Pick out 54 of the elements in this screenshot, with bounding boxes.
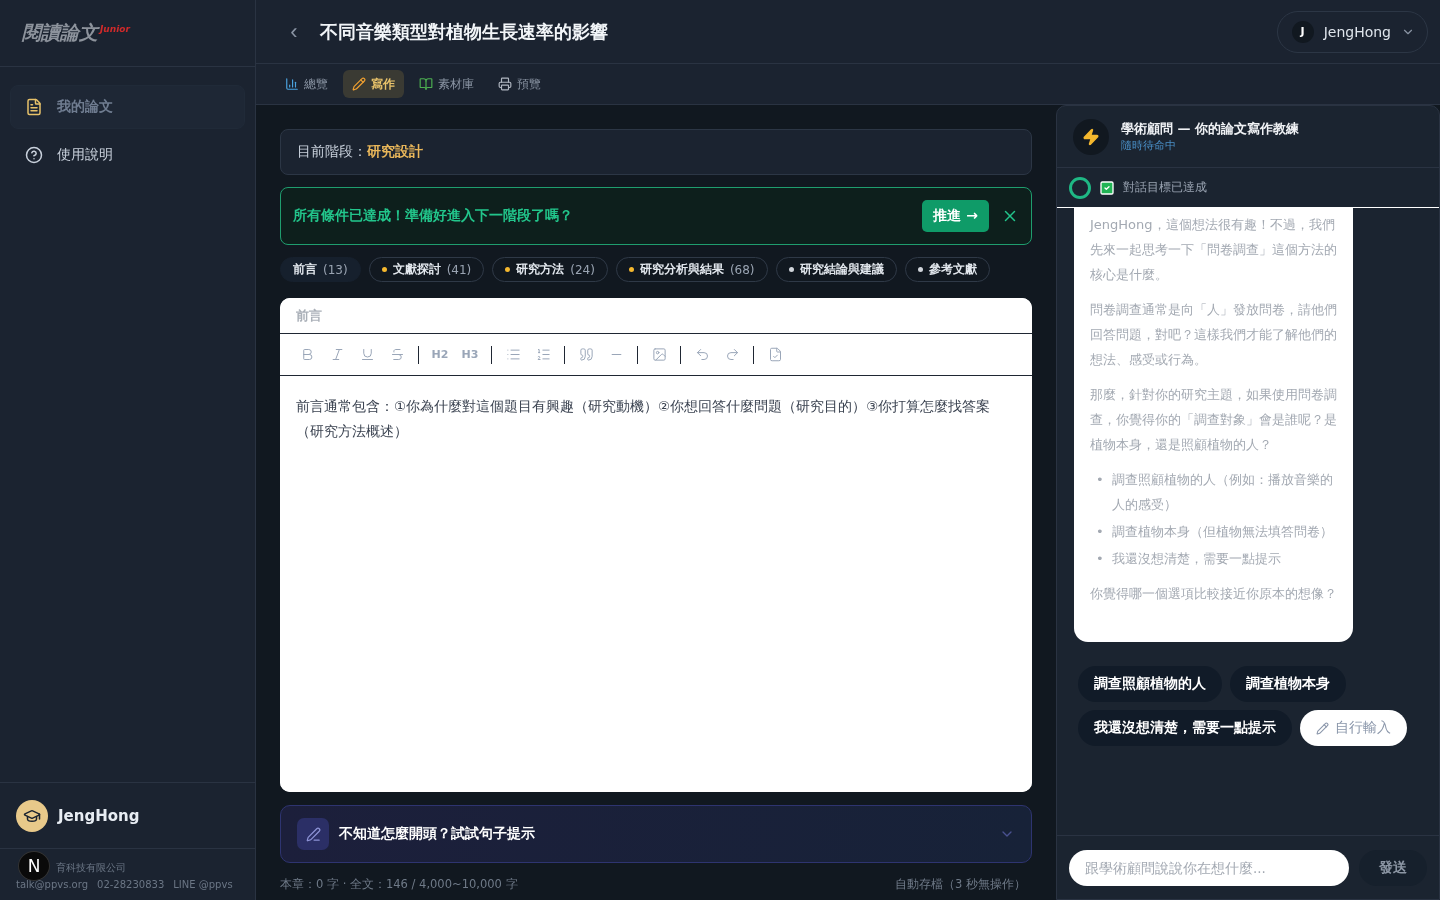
- logo-tag: Junior: [100, 24, 130, 34]
- message-paragraph: 問卷調查通常是向「人」發放問卷，請他們回答問題，對吧？這樣我們才能了解他們的想法、感受或行為。: [1090, 301, 1338, 369]
- chat-input[interactable]: 跟學術顧問說說你在想什麼...: [1069, 849, 1349, 886]
- pencil-icon: [352, 77, 366, 91]
- document-icon: [25, 98, 43, 116]
- message-list-item: 調查植物本身（但植物無法填答問卷）: [1111, 523, 1333, 541]
- bullet-marker: •: [1096, 550, 1104, 568]
- pencil-icon: [1316, 721, 1329, 735]
- send-button[interactable]: 發送: [1359, 849, 1427, 886]
- pen-icon: [297, 818, 329, 850]
- printer-icon: [498, 77, 512, 91]
- stage-label: 目前階段：: [297, 143, 367, 161]
- chapter-tab[interactable]: 前言 (13): [280, 257, 361, 282]
- reply-option[interactable]: 調查照顧植物的人: [1078, 666, 1222, 702]
- word-count: 本章：0 字 · 全文：146 / 4,000~10,000 字: [280, 877, 518, 892]
- banner-text: 所有條件已達成！準備好進入下一階段了嗎？: [293, 207, 574, 225]
- advance-button[interactable]: 推進 →: [922, 200, 989, 232]
- hint-panel[interactable]: 不知道怎麼開頭？試試句子提示: [280, 805, 1032, 863]
- chat-status: 隨時待命中: [1121, 138, 1177, 153]
- user-menu[interactable]: J JengHong: [1276, 10, 1428, 53]
- sidebar-item[interactable]: 使用說明: [10, 133, 245, 177]
- page-title: 不同音樂類型對植物生長速率的影響: [320, 19, 609, 44]
- tab[interactable]: 素材庫: [410, 70, 483, 98]
- lightning-icon: [1073, 118, 1109, 155]
- message-paragraph: 那麼，針對你的研究主題，如果使用問卷調查，你覺得你的「調查對象」會是誰呢？是植物本身，還是照顧植物的人？: [1090, 386, 1338, 454]
- contact-text: LINE @ppvs: [173, 879, 233, 890]
- message-paragraph: 你覺得哪一個選項比較接近你原本的想像？: [1090, 585, 1338, 603]
- user-name: JengHong: [58, 806, 140, 825]
- tab[interactable]: 寫作: [343, 70, 404, 98]
- user-initial: J: [1291, 20, 1314, 43]
- back-button[interactable]: ‹: [284, 18, 304, 45]
- tab[interactable]: 預覽: [489, 70, 550, 98]
- contact-text: 02-28230833: [97, 879, 165, 890]
- chapter-title-field[interactable]: 前言: [280, 298, 1032, 334]
- tab[interactable]: 總覽: [276, 70, 337, 98]
- bar-chart-icon: [285, 77, 299, 91]
- chat-title: 學術顧問 — 你的論文寫作教練: [1121, 120, 1300, 138]
- check-icon: [1099, 179, 1115, 196]
- company-name: 育科技有限公司: [56, 861, 126, 875]
- reply-option[interactable]: 調查植物本身: [1230, 666, 1346, 702]
- logo-text: 閱讀論文: [22, 20, 98, 45]
- bullet-marker: •: [1096, 471, 1104, 489]
- stage-value: 研究設計: [367, 143, 423, 161]
- sidebar-item[interactable]: 我的論文: [10, 85, 245, 129]
- autosave-status: 自動存檔（3 秒無操作）: [895, 877, 1026, 892]
- reply-option[interactable]: 我還沒想清楚，需要一點提示: [1078, 710, 1292, 746]
- dev-badge[interactable]: N: [18, 851, 50, 881]
- message-list-item: 調查照顧植物的人（例如：播放音樂的人的感受）: [1111, 471, 1334, 514]
- avatar-graduation-cap-icon: [16, 799, 48, 832]
- book-icon: [419, 77, 433, 91]
- goal-text: 對話目標已達成: [1123, 179, 1207, 196]
- contact-text: talk@ppvs.org: [16, 879, 89, 890]
- help-icon: [25, 146, 43, 164]
- bullet-marker: •: [1096, 523, 1104, 541]
